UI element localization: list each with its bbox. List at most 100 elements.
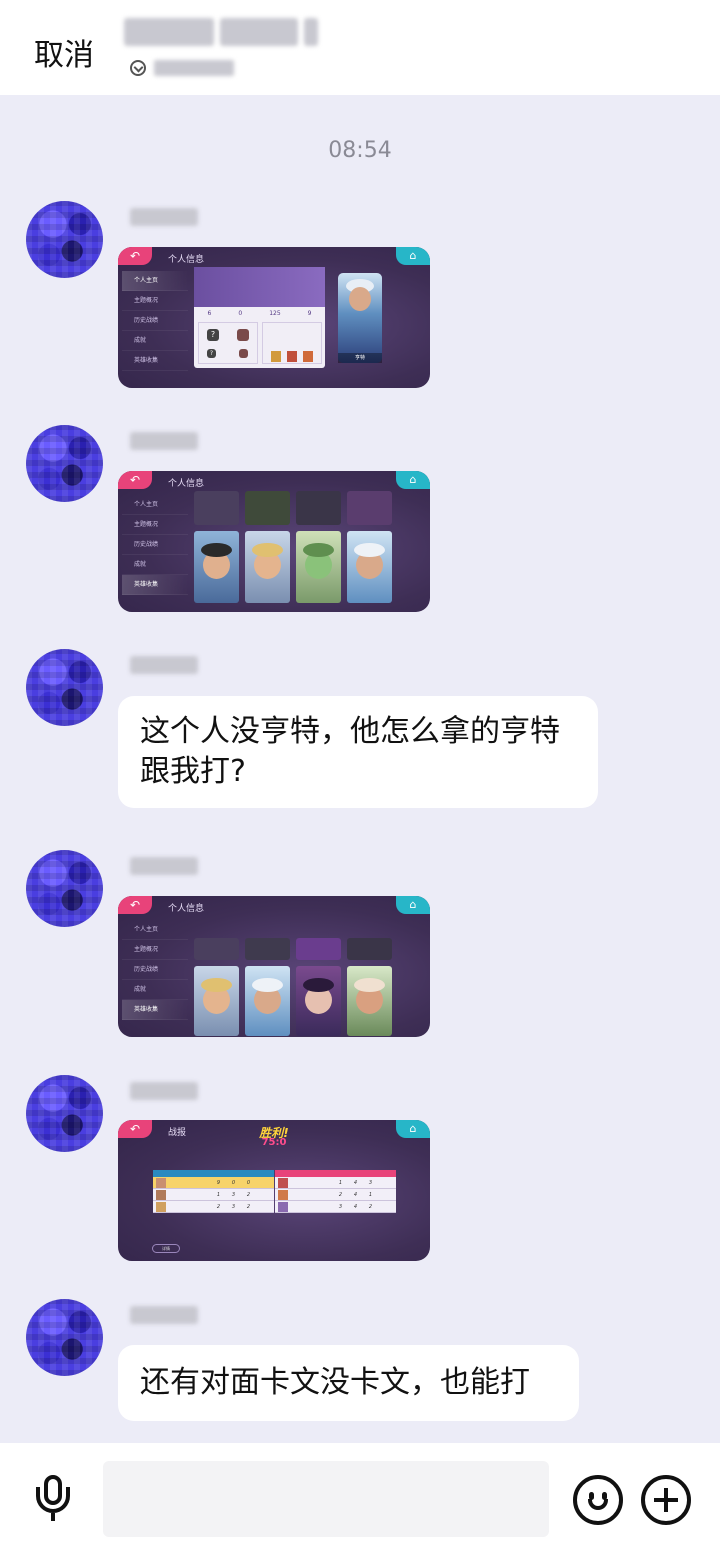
- rank-box: ? ?: [198, 322, 258, 364]
- assists: 2: [368, 1203, 373, 1210]
- hero-card: [245, 491, 290, 525]
- table-row: 9 0 0: [153, 1177, 274, 1189]
- table-header: [153, 1170, 274, 1177]
- shot-menu-item: 英雄收集: [122, 1000, 188, 1020]
- shot-menu-item: 历史战绩: [122, 311, 188, 331]
- kills: 2: [216, 1203, 221, 1210]
- sender-name-blurred: [130, 432, 198, 450]
- avatar[interactable]: [26, 1299, 103, 1376]
- hero-card: [296, 491, 341, 525]
- image-message[interactable]: ↶ ⌂ 个人信息 个人主页 主题概况 历史战绩 成就 英雄收集 6 0 125 …: [118, 247, 430, 388]
- deaths: 0: [231, 1179, 236, 1186]
- hero-thumb: [271, 351, 281, 362]
- hero-card: [194, 966, 239, 1036]
- sender-name-blurred: [130, 208, 198, 226]
- text-message[interactable]: 这个人没亨特，他怎么拿的亨特跟我打?: [118, 696, 598, 808]
- hero-card: [245, 531, 290, 603]
- hero-card: [296, 966, 341, 1036]
- profile-stats: 6 0 125 9: [194, 307, 325, 317]
- assists: 1: [368, 1191, 373, 1198]
- emoji-icon[interactable]: [573, 1475, 623, 1525]
- shot-menu-item: 英雄收集: [122, 351, 188, 371]
- shot-menu-item: 主题概况: [122, 940, 188, 960]
- kills: 2: [338, 1191, 343, 1198]
- unknown-rank-icon: ?: [207, 349, 216, 358]
- assists: 2: [246, 1191, 251, 1198]
- shot-menu-item: 个人主页: [122, 495, 188, 515]
- text-message[interactable]: 还有对面卡文没卡文，也能打: [118, 1345, 579, 1421]
- message-timestamp: 08:54: [328, 138, 392, 163]
- chat-subtitle: [130, 60, 234, 76]
- shot-menu-item: 个人主页: [122, 920, 188, 940]
- shot-sidebar: 个人主页 主题概况 历史战绩 成就 英雄收集: [122, 271, 188, 371]
- home-icon: ⌂: [396, 247, 430, 265]
- shot-menu-item: 成就: [122, 555, 188, 575]
- hero-card: [347, 966, 392, 1036]
- avatar[interactable]: [26, 1075, 103, 1152]
- avatar[interactable]: [26, 850, 103, 927]
- kills: 1: [216, 1191, 221, 1198]
- match-score: 75:0: [261, 1137, 287, 1148]
- shot-title: 个人信息: [168, 479, 205, 489]
- subtitle-blurred: [154, 60, 234, 76]
- deaths: 4: [353, 1191, 358, 1198]
- hero-card: [194, 938, 239, 960]
- sender-name-blurred: [130, 656, 198, 674]
- stat-value: 125: [269, 310, 281, 317]
- hero-card: [245, 938, 290, 960]
- input-bar: [0, 1443, 720, 1557]
- team-right-table: 1 4 3 2 4 1 3 4 2: [275, 1170, 396, 1213]
- table-row: 1 3 2: [153, 1189, 274, 1201]
- sender-name-blurred: [130, 1082, 198, 1100]
- hero-collection-grid: [194, 916, 396, 1037]
- hero-thumb: [303, 351, 313, 362]
- hero-card: [245, 966, 290, 1036]
- back-icon: ↶: [118, 471, 152, 489]
- back-icon: ↶: [118, 896, 152, 914]
- detail-button: 详情: [152, 1244, 180, 1253]
- hero-card: [194, 491, 239, 525]
- assists: 3: [368, 1179, 373, 1186]
- chat-header: 取消: [0, 0, 720, 95]
- shot-menu-item: 主题概况: [122, 291, 188, 311]
- home-icon: ⌂: [396, 896, 430, 914]
- rank-badge-icon: [237, 329, 249, 341]
- plus-icon[interactable]: [641, 1475, 691, 1525]
- stat-value: 0: [238, 310, 243, 317]
- home-icon: ⌂: [396, 471, 430, 489]
- hero-collection-grid: [194, 491, 396, 612]
- message-input[interactable]: [103, 1461, 549, 1537]
- hero-portrait-card: 亨特: [338, 273, 382, 363]
- image-message[interactable]: ↶ ⌂ 个人信息 个人主页 主题概况 历史战绩 成就 英雄收集: [118, 896, 430, 1037]
- hero-card: [347, 491, 392, 525]
- stat-value: 6: [207, 310, 212, 317]
- mic-icon[interactable]: [30, 1475, 76, 1525]
- hero-face: [349, 287, 371, 311]
- avatar[interactable]: [26, 425, 103, 502]
- shot-menu-item: 个人主页: [122, 271, 188, 291]
- avatar[interactable]: [26, 649, 103, 726]
- table-header: [275, 1170, 396, 1177]
- hero-card: [347, 531, 392, 603]
- deaths: 3: [231, 1191, 236, 1198]
- shot-menu-item: 主题概况: [122, 515, 188, 535]
- shot-menu-item: 英雄收集: [122, 575, 188, 595]
- image-message[interactable]: ↶ ⌂ 个人信息 个人主页 主题概况 历史战绩 成就 英雄收集: [118, 471, 430, 612]
- shot-sidebar: 个人主页 主题概况 历史战绩 成就 英雄收集: [122, 495, 188, 595]
- chevron-down-icon[interactable]: [130, 60, 146, 76]
- avatar[interactable]: [26, 201, 103, 278]
- hero-thumb: [287, 351, 297, 362]
- shot-title: 个人信息: [168, 255, 205, 265]
- shot-title: 个人信息: [168, 904, 205, 914]
- image-message[interactable]: ↶ ⌂ 战报 胜利! 75:0 9 0 0 1 3 2 2 3 2 1 4 3 …: [118, 1120, 430, 1261]
- common-heroes-box: [262, 322, 322, 364]
- cancel-button[interactable]: 取消: [34, 30, 94, 74]
- table-row: 1 4 3: [275, 1177, 396, 1189]
- hero-name: 亨特: [338, 353, 382, 363]
- back-icon: ↶: [118, 247, 152, 265]
- shot-sidebar: 个人主页 主题概况 历史战绩 成就 英雄收集: [122, 920, 188, 1020]
- hero-card: [296, 938, 341, 960]
- shot-menu-item: 成就: [122, 980, 188, 1000]
- profile-banner: [194, 267, 325, 307]
- assists: 2: [246, 1203, 251, 1210]
